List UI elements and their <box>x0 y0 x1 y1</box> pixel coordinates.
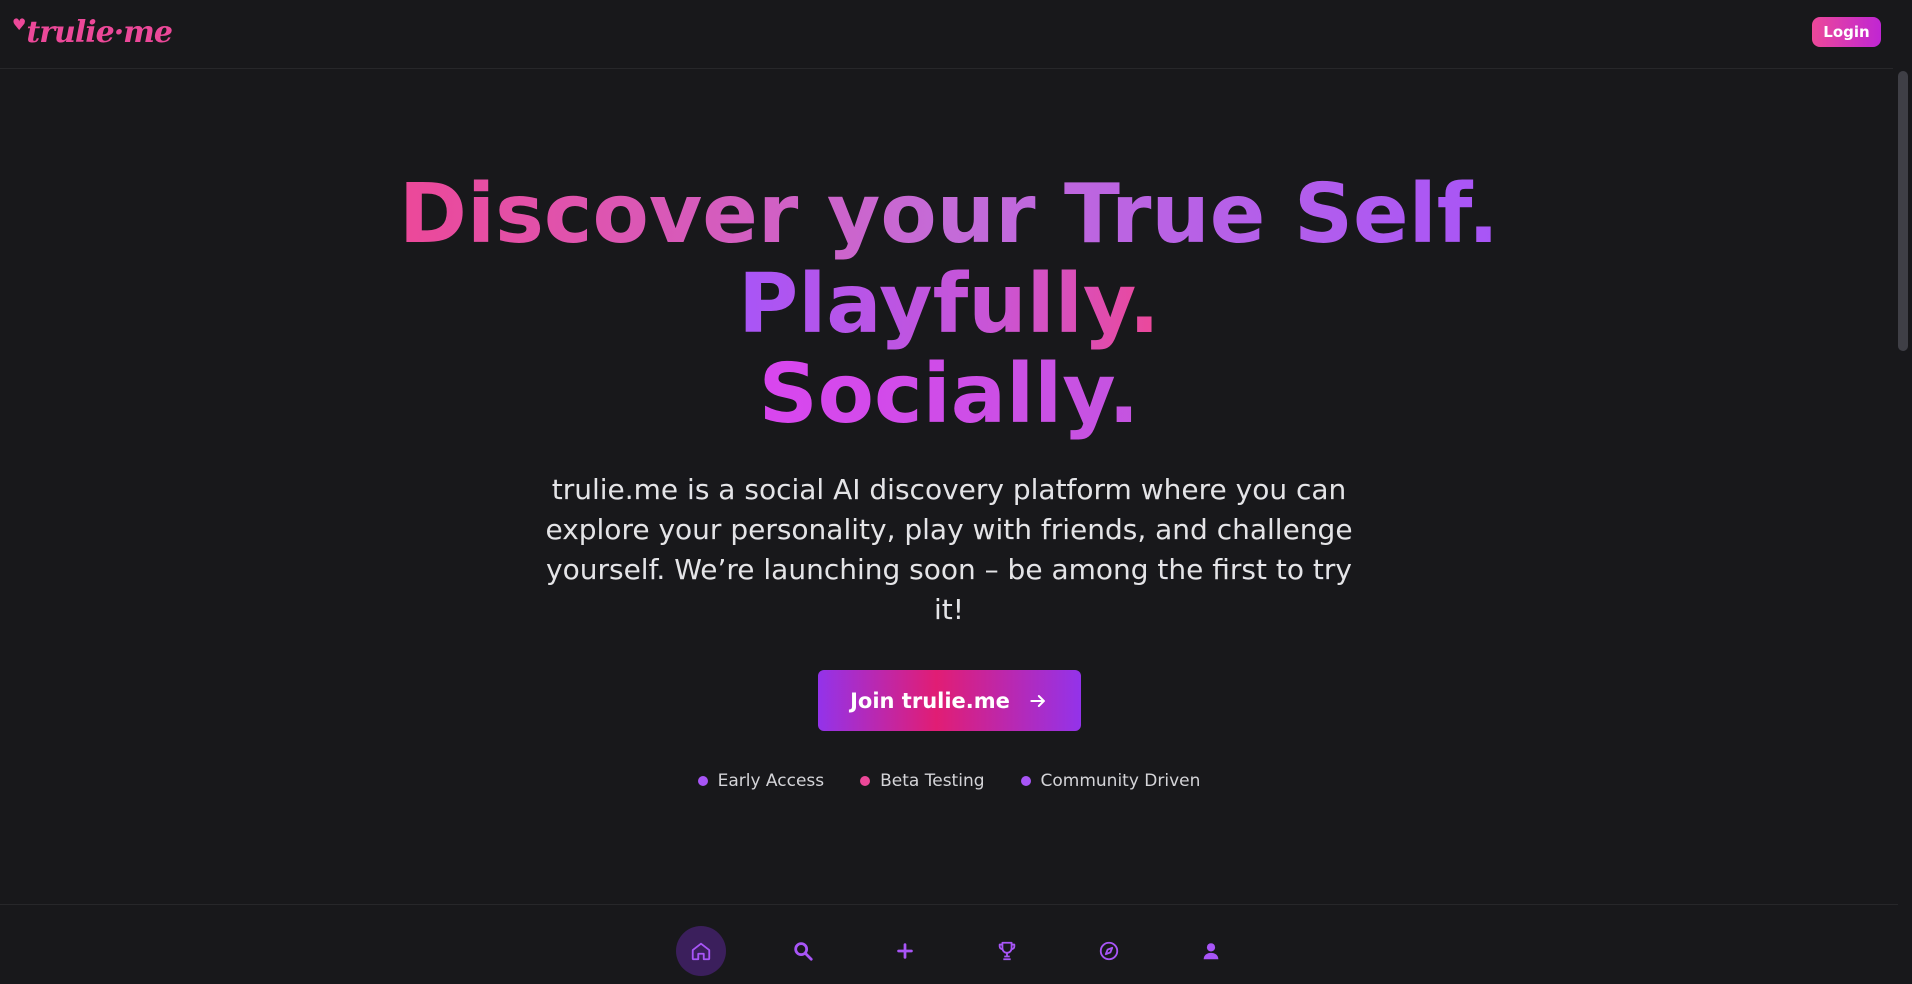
trophy-icon <box>998 941 1016 961</box>
logo-text: trulie·me <box>26 14 173 50</box>
nav-profile[interactable] <box>1186 926 1236 976</box>
headline-line-3: Socially. <box>758 347 1140 442</box>
heart-icon: ♥ <box>12 14 26 34</box>
badge-label: Community Driven <box>1040 771 1201 791</box>
login-button[interactable]: Login <box>1812 17 1881 47</box>
badge-beta-testing: Beta Testing <box>860 771 985 791</box>
badge-dot <box>860 776 871 786</box>
scrollbar-thumb[interactable] <box>1898 71 1908 351</box>
bottom-navigation <box>0 904 1898 984</box>
nav-home[interactable] <box>676 926 726 976</box>
user-icon <box>1203 943 1219 960</box>
search-icon <box>794 942 813 961</box>
logo[interactable]: ♥ trulie·me <box>12 12 173 52</box>
join-button-label: Join trulie.me <box>850 688 1010 713</box>
badge-label: Early Access <box>717 771 825 791</box>
feature-badges: Early Access Beta Testing Community Driv… <box>0 771 1898 791</box>
badge-early-access: Early Access <box>697 771 825 791</box>
badge-dot <box>697 776 708 786</box>
top-header: ♥ trulie·me Login <box>0 0 1893 69</box>
badge-dot <box>1020 776 1031 786</box>
nav-search[interactable] <box>778 926 828 976</box>
nav-create[interactable] <box>880 926 930 976</box>
nav-leaderboard[interactable] <box>982 926 1032 976</box>
badge-label: Beta Testing <box>880 771 985 791</box>
hero-section: Discover your True Self. Playfully. Soci… <box>0 170 1898 792</box>
hero-description: trulie.me is a social AI discovery platf… <box>545 473 1353 626</box>
join-button[interactable]: Join trulie.me <box>817 670 1081 731</box>
nav-explore[interactable] <box>1084 926 1134 976</box>
plus-icon <box>897 943 913 959</box>
badge-community-driven: Community Driven <box>1020 771 1201 791</box>
home-icon <box>691 942 711 961</box>
arrow-right-icon <box>1030 694 1045 707</box>
headline-line-2: Playfully. <box>738 257 1160 352</box>
compass-icon <box>1099 941 1119 961</box>
headline-line-1: Discover your True Self. <box>398 167 1500 262</box>
headline: Discover your True Self. Playfully. Soci… <box>0 170 1898 440</box>
